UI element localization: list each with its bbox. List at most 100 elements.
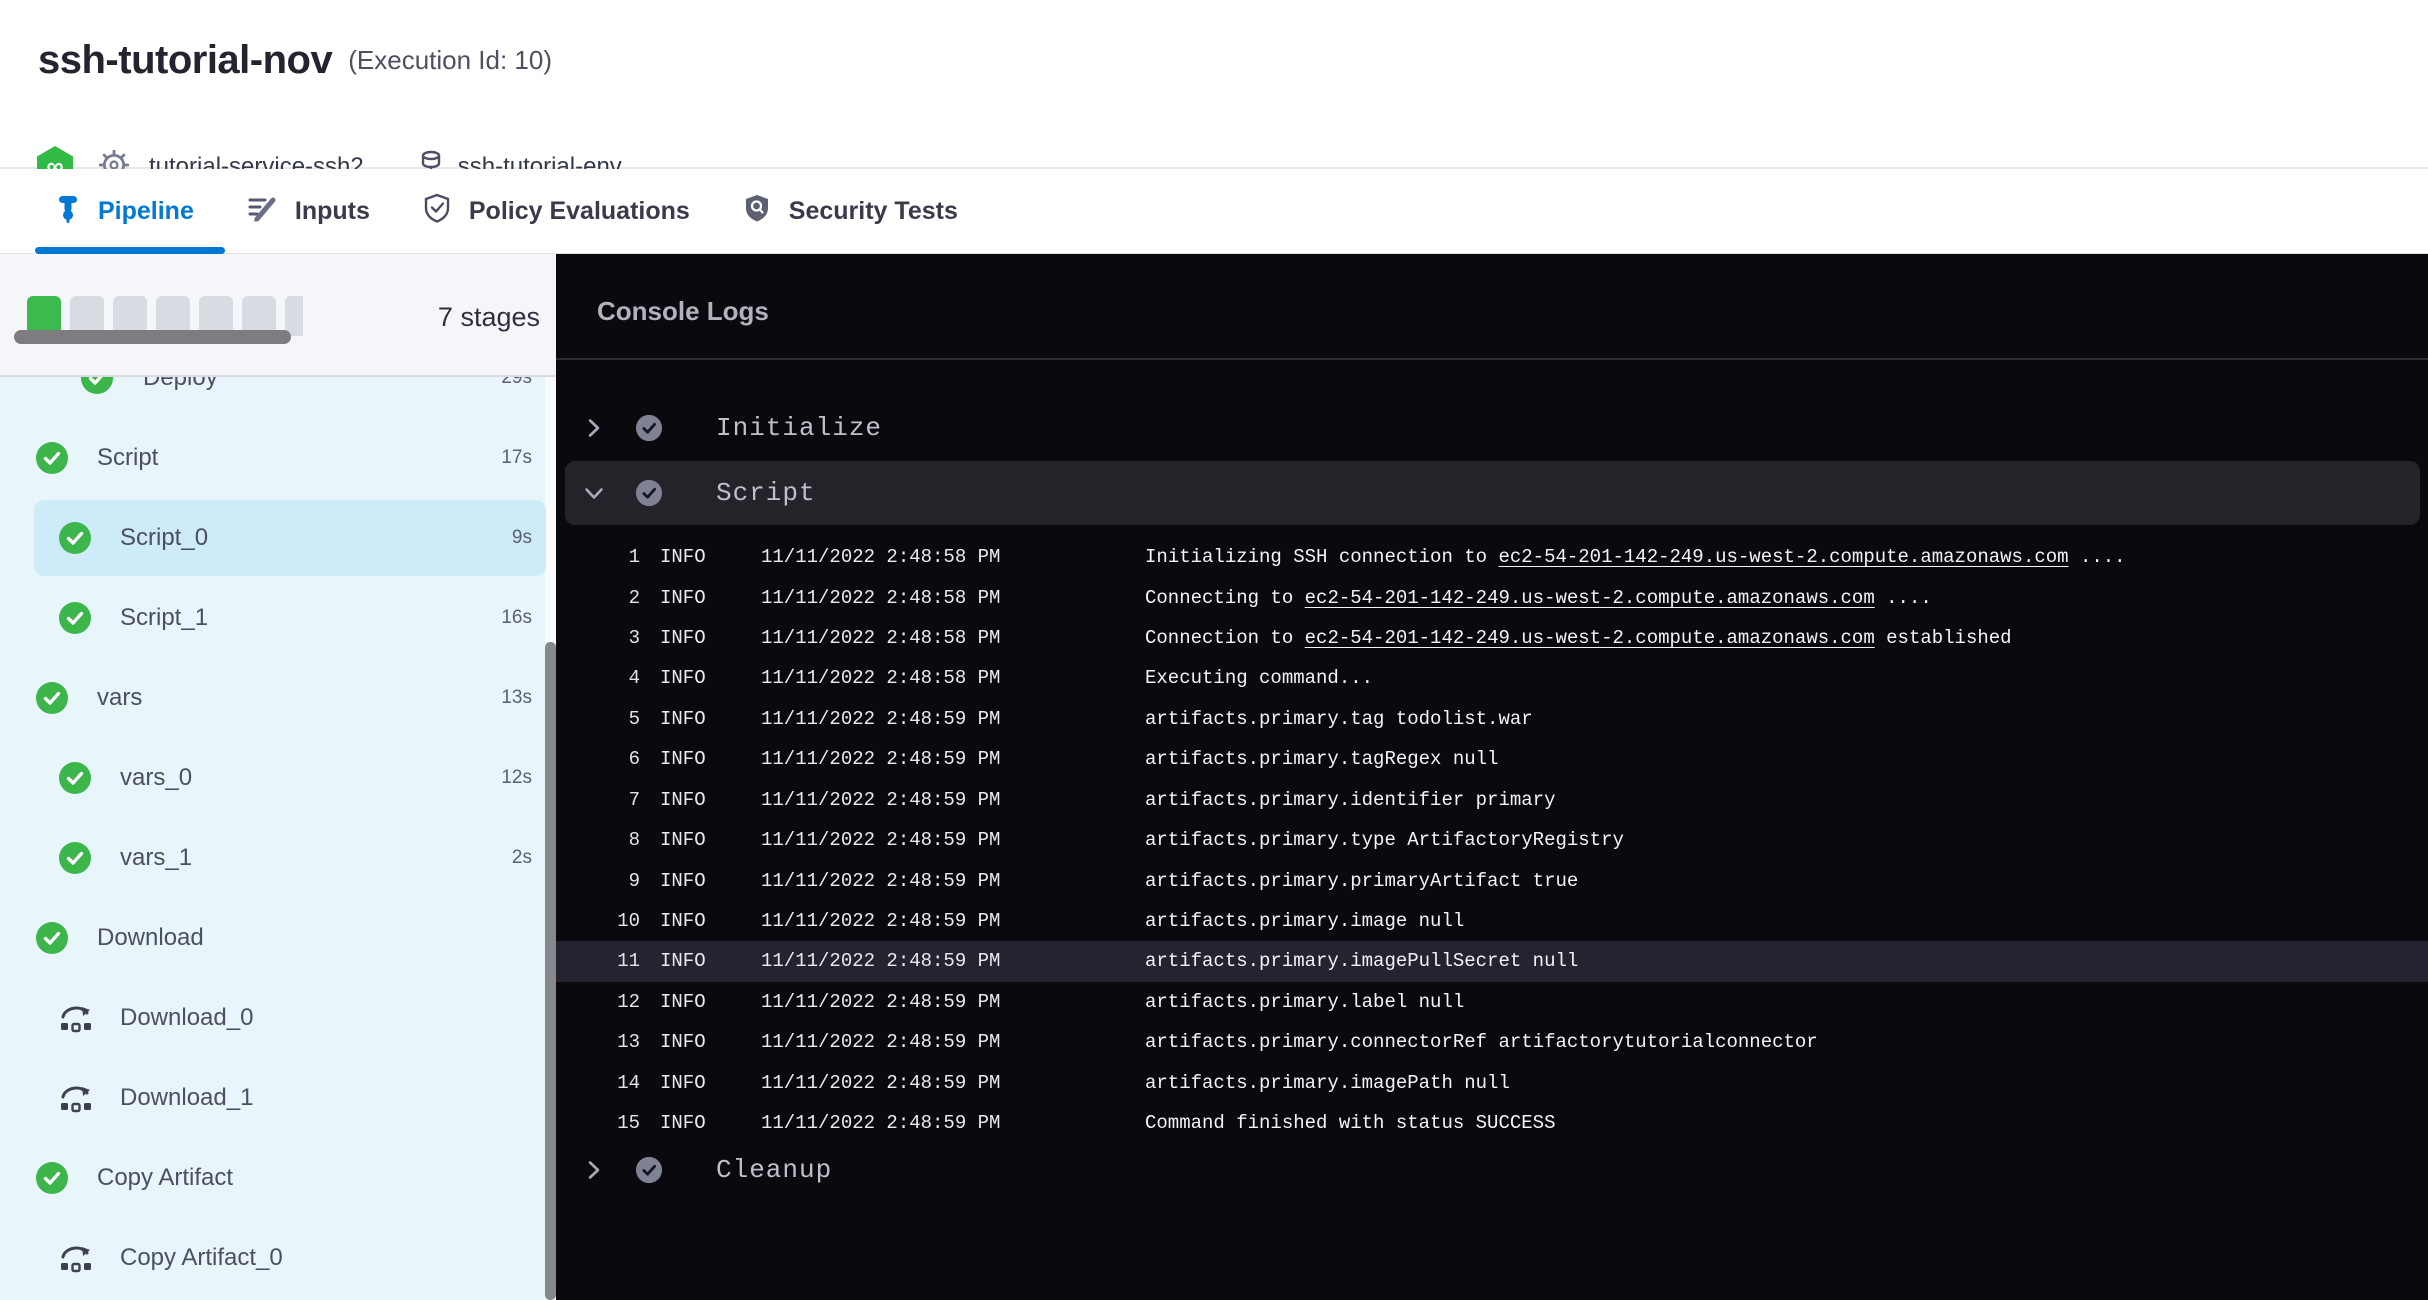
- log-line-number: 6: [556, 748, 640, 770]
- section-name: Script: [716, 478, 816, 508]
- log-row[interactable]: 2INFO11/11/2022 2:48:58 PMConnecting to …: [556, 577, 2428, 617]
- log-level: INFO: [640, 789, 741, 811]
- log-message: artifacts.primary.image null: [1125, 910, 2428, 932]
- log-row[interactable]: 14INFO11/11/2022 2:48:59 PMartifacts.pri…: [556, 1062, 2428, 1102]
- stages-horizontal-scrollbar[interactable]: [14, 330, 291, 344]
- log-message: artifacts.primary.label null: [1125, 991, 2428, 1013]
- stage-duration: 9s: [512, 527, 532, 549]
- log-timestamp: 11/11/2022 2:48:58 PM: [741, 546, 1125, 568]
- log-host-link[interactable]: ec2-54-201-142-249.us-west-2.compute.ama…: [1498, 546, 2068, 568]
- log-section-script[interactable]: Script: [556, 470, 2428, 516]
- tab-inputs[interactable]: Inputs: [247, 193, 370, 230]
- log-line-number: 4: [556, 667, 640, 689]
- stage-row-deploy[interactable]: Deploy29s: [0, 377, 556, 418]
- log-row[interactable]: 13INFO11/11/2022 2:48:59 PMartifacts.pri…: [556, 1022, 2428, 1062]
- log-message: artifacts.primary.imagePath null: [1125, 1072, 2428, 1094]
- log-message: artifacts.primary.connectorRef artifacto…: [1125, 1031, 2428, 1053]
- tab-label: Inputs: [295, 197, 370, 226]
- stage-row-script[interactable]: Script17s: [0, 418, 556, 498]
- log-line-number: 9: [556, 870, 640, 892]
- log-section-initialize[interactable]: Initialize: [556, 405, 2428, 451]
- log-level: INFO: [640, 991, 741, 1013]
- stages-summary: 7 stages: [0, 254, 556, 377]
- log-line-number: 8: [556, 829, 640, 851]
- log-row[interactable]: 12INFO11/11/2022 2:48:59 PMartifacts.pri…: [556, 982, 2428, 1022]
- chevron-right-icon[interactable]: [582, 416, 606, 445]
- stage-label: Script: [97, 444, 158, 472]
- console-panel: Console Logs Initialize Script 1INFO11/1…: [556, 254, 2428, 1300]
- log-level: INFO: [640, 1112, 741, 1134]
- tabs: Pipeline Inputs: [56, 169, 958, 253]
- stage-label: Copy Artifact_0: [120, 1244, 283, 1272]
- log-message: artifacts.primary.tag todolist.war: [1125, 708, 2428, 730]
- log-row[interactable]: 5INFO11/11/2022 2:48:59 PMartifacts.prim…: [556, 699, 2428, 739]
- log-level: INFO: [640, 627, 741, 649]
- tab-label: Policy Evaluations: [469, 197, 690, 226]
- stage-row-vars-1[interactable]: vars_12s: [0, 818, 556, 898]
- log-row[interactable]: 3INFO11/11/2022 2:48:58 PMConnection to …: [556, 618, 2428, 658]
- stage-label: Deploy: [143, 377, 218, 392]
- tab-policy-evaluations[interactable]: Policy Evaluations: [423, 193, 690, 230]
- log-timestamp: 11/11/2022 2:48:58 PM: [741, 667, 1125, 689]
- log-timestamp: 11/11/2022 2:48:59 PM: [741, 870, 1125, 892]
- stage-row-script-0[interactable]: Script_09s: [0, 498, 556, 578]
- log-row[interactable]: 11INFO11/11/2022 2:48:59 PMartifacts.pri…: [556, 941, 2428, 981]
- tab-label: Pipeline: [98, 197, 194, 226]
- log-level: INFO: [640, 748, 741, 770]
- log-row[interactable]: 7INFO11/11/2022 2:48:59 PMartifacts.prim…: [556, 780, 2428, 820]
- log-message: Initializing SSH connection to ec2-54-20…: [1125, 546, 2428, 568]
- stage-row-vars[interactable]: vars13s: [0, 658, 556, 738]
- stage-row-copy-artifact-0[interactable]: Copy Artifact_0: [0, 1218, 556, 1298]
- log-row[interactable]: 6INFO11/11/2022 2:48:59 PMartifacts.prim…: [556, 739, 2428, 779]
- repeat-steps-icon: [59, 1002, 93, 1034]
- log-level: INFO: [640, 1072, 741, 1094]
- active-tab-underline: [35, 247, 225, 254]
- stage-step-list: Deploy29sScript17sScript_09sScript_116sv…: [0, 377, 556, 1300]
- stage-label: Download_0: [120, 1004, 253, 1032]
- log-line-number: 14: [556, 1072, 640, 1094]
- log-row[interactable]: 15INFO11/11/2022 2:48:59 PMCommand finis…: [556, 1103, 2428, 1143]
- log-row[interactable]: 9INFO11/11/2022 2:48:59 PMartifacts.prim…: [556, 860, 2428, 900]
- stage-row-download[interactable]: Download: [0, 898, 556, 978]
- repeat-steps-icon: [59, 1082, 93, 1114]
- step-success-icon: [635, 479, 663, 512]
- chevron-right-icon[interactable]: [582, 1158, 606, 1187]
- page-header: ssh-tutorial-nov (Execution Id: 10) ∞: [0, 0, 2428, 169]
- log-row[interactable]: 1INFO11/11/2022 2:48:58 PMInitializing S…: [556, 537, 2428, 577]
- log-section-cleanup[interactable]: Cleanup: [556, 1147, 2428, 1193]
- log-timestamp: 11/11/2022 2:48:59 PM: [741, 950, 1125, 972]
- stages-sidebar: 7 stages Deploy29sScript17sScript_09sScr…: [0, 254, 556, 1300]
- log-level: INFO: [640, 667, 741, 689]
- stage-duration: 12s: [501, 767, 532, 789]
- success-check-icon: [36, 682, 70, 714]
- stage-row-script-1[interactable]: Script_116s: [0, 578, 556, 658]
- chevron-down-icon[interactable]: [582, 481, 606, 510]
- log-message: Connecting to ec2-54-201-142-249.us-west…: [1125, 587, 2428, 609]
- log-row[interactable]: 10INFO11/11/2022 2:48:59 PMartifacts.pri…: [556, 901, 2428, 941]
- log-timestamp: 11/11/2022 2:48:59 PM: [741, 1072, 1125, 1094]
- step-success-icon: [635, 1156, 663, 1189]
- stage-row-download-0[interactable]: Download_0: [0, 978, 556, 1058]
- log-level: INFO: [640, 708, 741, 730]
- step-success-icon: [635, 414, 663, 447]
- stage-count-label: 7 stages: [438, 302, 540, 333]
- log-line-number: 11: [556, 950, 640, 972]
- stage-label: vars_1: [120, 844, 192, 872]
- log-timestamp: 11/11/2022 2:48:59 PM: [741, 991, 1125, 1013]
- stage-row-vars-0[interactable]: vars_012s: [0, 738, 556, 818]
- log-message: artifacts.primary.tagRegex null: [1125, 748, 2428, 770]
- log-line-number: 2: [556, 587, 640, 609]
- tab-security-tests[interactable]: Security Tests: [743, 193, 958, 230]
- tab-pipeline[interactable]: Pipeline: [56, 193, 194, 230]
- stage-row-download-1[interactable]: Download_1: [0, 1058, 556, 1138]
- log-line-number: 10: [556, 910, 640, 932]
- success-check-icon: [59, 842, 93, 874]
- log-message: artifacts.primary.imagePullSecret null: [1125, 950, 2428, 972]
- pipeline-icon: [56, 193, 80, 230]
- log-host-link[interactable]: ec2-54-201-142-249.us-west-2.compute.ama…: [1305, 627, 1875, 649]
- stage-row-copy-artifact[interactable]: Copy Artifact: [0, 1138, 556, 1218]
- log-row[interactable]: 4INFO11/11/2022 2:48:58 PMExecuting comm…: [556, 658, 2428, 698]
- success-check-icon: [59, 762, 93, 794]
- log-host-link[interactable]: ec2-54-201-142-249.us-west-2.compute.ama…: [1305, 587, 1875, 609]
- log-row[interactable]: 8INFO11/11/2022 2:48:59 PMartifacts.prim…: [556, 820, 2428, 860]
